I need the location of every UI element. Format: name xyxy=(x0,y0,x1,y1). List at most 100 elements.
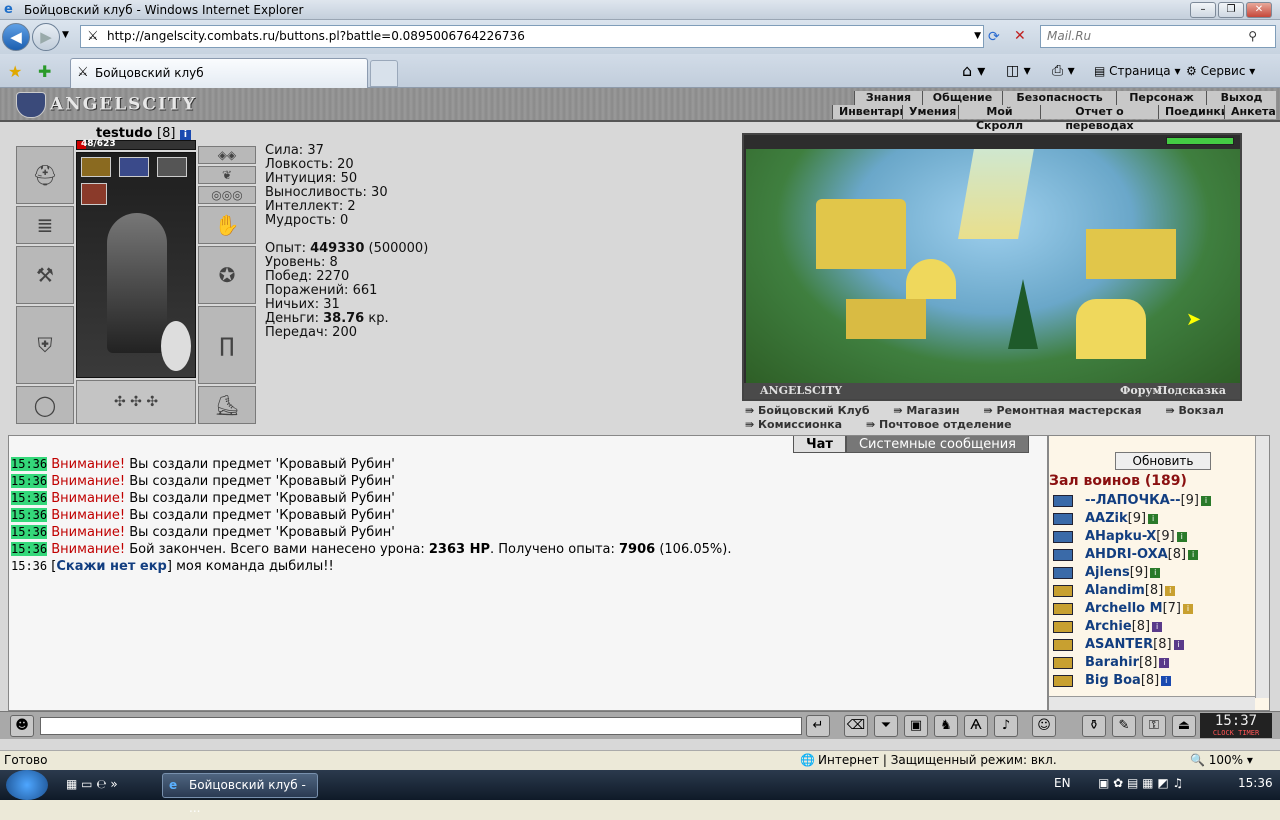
player-info-icon[interactable]: i xyxy=(1182,603,1193,614)
filter-icon[interactable]: ⏷ xyxy=(874,715,898,737)
menu-duels[interactable]: Поединки xyxy=(1158,105,1229,119)
menu-knowledge[interactable]: Знания xyxy=(854,91,922,105)
stairs-to-sky[interactable] xyxy=(958,149,1034,239)
player-row[interactable]: Barahir[8] i xyxy=(1053,654,1170,672)
menu-security[interactable]: Безопасность xyxy=(1002,91,1116,105)
forum-link[interactable]: Форум xyxy=(1120,383,1162,399)
feeds-icon[interactable]: ◫ ▾ xyxy=(1006,54,1031,88)
favorites-star-icon[interactable]: ★ xyxy=(8,62,22,81)
send-icon[interactable]: ↵ xyxy=(806,715,830,737)
menu-my-scroll[interactable]: Мой Скролл xyxy=(958,105,1040,132)
player-row[interactable]: Ajlens[9] i xyxy=(1053,564,1161,582)
forward-button[interactable]: ▶ xyxy=(32,23,60,51)
link-repair[interactable]: ⇛ Ремонтная мастерская xyxy=(983,404,1151,417)
back-button[interactable]: ◀ xyxy=(2,23,30,51)
inventory-bag-icon[interactable]: ⚱ xyxy=(1082,715,1106,737)
tray-icons[interactable]: ▣ ✿ ▤ ▦ ◩ ♫ xyxy=(1098,776,1183,790)
roster-vertical-scrollbar[interactable] xyxy=(1255,436,1269,698)
save-log-icon[interactable]: ▣ xyxy=(904,715,928,737)
service-menu[interactable]: ⚙ Сервис ▾ xyxy=(1186,54,1255,88)
menu-inventory[interactable]: Инвентарь xyxy=(832,105,906,119)
minimize-button[interactable]: – xyxy=(1190,2,1216,18)
temple-building[interactable] xyxy=(846,299,926,339)
player-row[interactable]: AHapku-X[9] i xyxy=(1053,528,1187,546)
msg-author[interactable]: Скажи нет екр xyxy=(56,559,167,574)
player-row[interactable]: Alandim[8] i xyxy=(1053,582,1176,600)
church-building[interactable] xyxy=(1076,299,1146,359)
search-icon[interactable]: ⚲ xyxy=(1248,26,1257,47)
effect-slot-3[interactable] xyxy=(157,157,187,177)
start-button[interactable] xyxy=(6,770,48,800)
player-row[interactable]: Big Boa[8] i xyxy=(1053,672,1172,690)
helmet-slot[interactable]: ⛑ xyxy=(16,146,74,204)
menu-character[interactable]: Персонаж xyxy=(1116,91,1206,105)
player-info-icon[interactable]: i xyxy=(1152,621,1163,632)
smiles-icon[interactable]: ☺ xyxy=(1032,715,1056,737)
roster-horizontal-scrollbar[interactable] xyxy=(1049,696,1255,710)
tab-chat[interactable]: Чат xyxy=(793,436,846,453)
taskbar-clock[interactable]: 15:36 xyxy=(1238,776,1273,790)
link-shop[interactable]: ⇛ Магазин xyxy=(893,404,969,417)
chat-mode-icon[interactable]: ☻ xyxy=(10,715,34,737)
tab-system-messages[interactable]: Системные сообщения xyxy=(845,436,1029,453)
history-dropdown-icon[interactable]: ▼ xyxy=(62,30,69,40)
link-commission[interactable]: ⇛ Комиссионка xyxy=(745,418,852,431)
refresh-icon[interactable]: ⟳ xyxy=(988,29,1000,45)
refresh-button[interactable]: Обновить xyxy=(1115,452,1211,470)
player-info-icon[interactable]: i xyxy=(1201,495,1211,506)
bracers-slot[interactable]: ≣ xyxy=(16,206,74,244)
fighters-icon[interactable]: ♞ xyxy=(934,715,958,737)
player-row[interactable]: Archello M[7] i xyxy=(1053,600,1193,618)
menu-exit[interactable]: Выход xyxy=(1206,91,1276,105)
address-dropdown-icon[interactable]: ▼ xyxy=(974,26,981,47)
add-favorites-icon[interactable]: ✚ xyxy=(38,62,51,81)
language-indicator[interactable]: EN xyxy=(1054,776,1071,790)
exit-icon[interactable]: ⏏ xyxy=(1172,715,1196,737)
player-row[interactable]: --ЛАПОЧКА--[9] i xyxy=(1053,492,1211,510)
address-bar[interactable]: ⚔ http://angelscity.combats.ru/buttons.p… xyxy=(80,25,984,48)
earrings-slot[interactable]: ◈◈ xyxy=(198,146,256,164)
link-post-office[interactable]: ⇛ Почтовое отделение xyxy=(866,418,1022,431)
next-arrow-icon[interactable]: ➤ xyxy=(1186,309,1201,330)
zoom-control[interactable]: 🔍 100% ▾ xyxy=(1190,751,1253,770)
timer-label[interactable]: TIMER xyxy=(1238,729,1259,737)
legs-slot[interactable]: ∏ xyxy=(198,306,256,384)
chat-input[interactable] xyxy=(40,717,802,735)
rings-slot[interactable]: ◎◎◎ xyxy=(198,186,256,204)
player-row[interactable]: AAZik[9] i xyxy=(1053,510,1159,528)
shield-slot[interactable]: ✪ xyxy=(198,246,256,304)
home-icon[interactable]: ⌂ ▾ xyxy=(962,54,985,88)
new-tab-button[interactable] xyxy=(370,60,398,87)
player-info-icon[interactable]: i xyxy=(1188,549,1199,560)
player-info-icon[interactable]: i xyxy=(1159,657,1170,668)
translit-icon[interactable]: Ѧ xyxy=(964,715,988,737)
gloves-slot[interactable]: ✋ xyxy=(198,206,256,244)
menu-communication[interactable]: Общение xyxy=(922,91,1002,105)
link-fight-club[interactable]: ⇛ Бойцовский Клуб xyxy=(745,404,880,417)
menu-skills[interactable]: Умения xyxy=(902,105,958,119)
effect-slot-1[interactable] xyxy=(81,157,111,177)
hint-link[interactable]: Подсказка xyxy=(1157,383,1226,399)
sound-icon[interactable]: ♪ xyxy=(994,715,1018,737)
amulet-slot[interactable]: ❦ xyxy=(198,166,256,184)
city-map-image[interactable]: ➤ xyxy=(746,149,1240,385)
boots-slot[interactable]: ⛸ xyxy=(198,386,256,424)
status-zone[interactable]: Интернет | Защищенный режим: вкл. xyxy=(818,751,1057,770)
christmas-tree[interactable] xyxy=(1008,279,1038,349)
page-menu[interactable]: ▤ Страница ▾ xyxy=(1094,54,1181,88)
castle-building[interactable] xyxy=(816,199,906,269)
close-window-button[interactable]: ✕ xyxy=(1246,2,1272,18)
player-info-icon[interactable]: i xyxy=(1165,585,1176,596)
maximize-button[interactable]: ❐ xyxy=(1218,2,1244,18)
scroll-icon[interactable]: ✎ xyxy=(1112,715,1136,737)
stop-icon[interactable]: ✕ xyxy=(1014,28,1026,44)
menu-transfer-report[interactable]: Отчет о переводах xyxy=(1040,105,1158,132)
player-info-icon[interactable]: i xyxy=(1176,531,1187,542)
clock-label[interactable]: CLOCK xyxy=(1213,729,1234,737)
player-info-icon[interactable]: i xyxy=(1161,675,1172,686)
effect-slot-2[interactable] xyxy=(119,157,149,177)
effect-slot-4[interactable] xyxy=(81,183,107,205)
search-input[interactable]: Mail.Ru ⚲ xyxy=(1040,25,1276,48)
weapon-slot[interactable]: ⚒ xyxy=(16,246,74,304)
player-row[interactable]: AHDRI-OXA[8] i xyxy=(1053,546,1199,564)
